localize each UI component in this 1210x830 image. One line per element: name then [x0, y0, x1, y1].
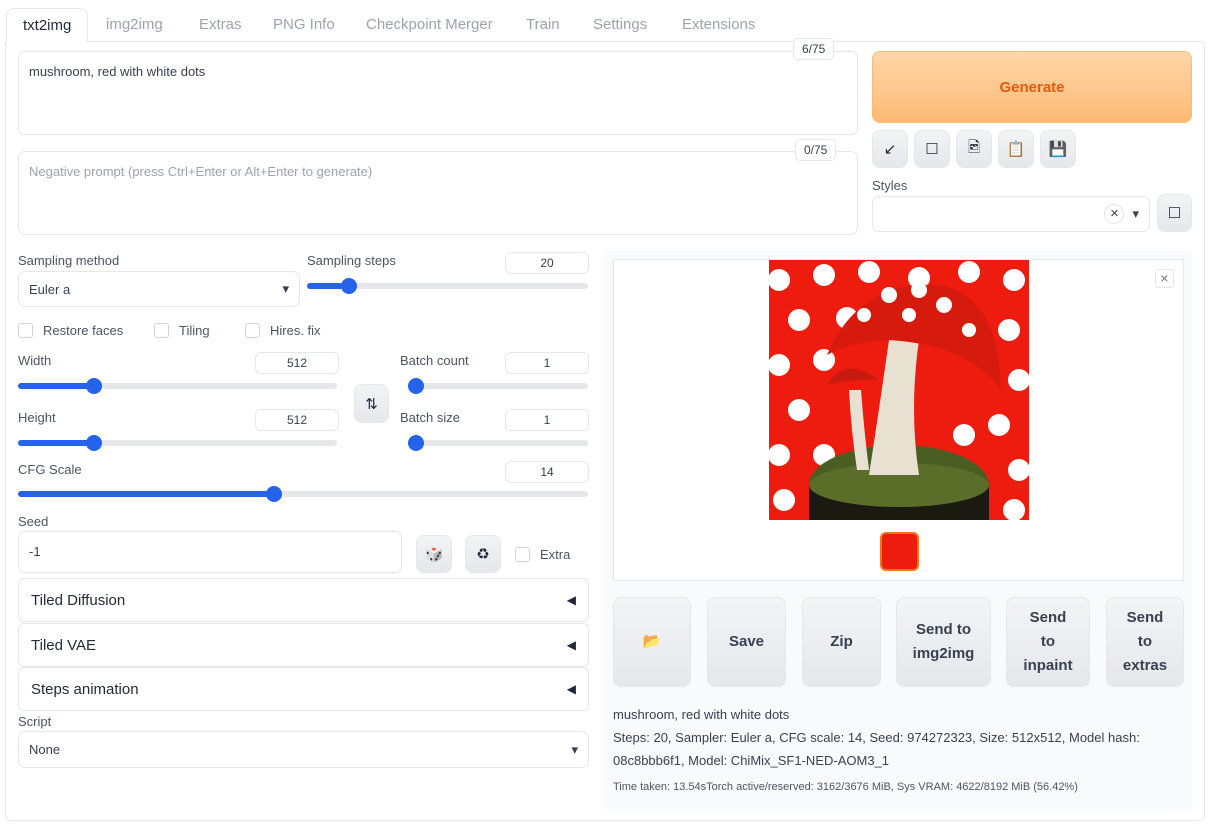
- hires-fix-checkbox[interactable]: Hires. fix: [245, 323, 321, 338]
- read-params-button[interactable]: ↙: [872, 130, 908, 168]
- info-params-cont: 08c8bbb6f1, Model: ChiMix_SF1-NED-AOM3_1: [613, 753, 890, 768]
- width-label: Width: [18, 353, 52, 368]
- tiling-checkbox[interactable]: Tiling: [154, 323, 210, 338]
- negative-prompt-input[interactable]: Negative prompt (press Ctrl+Enter or Alt…: [18, 151, 858, 235]
- sampling-steps-slider[interactable]: [307, 278, 588, 294]
- clipboard-icon: 📋: [1006, 141, 1026, 158]
- square-icon: ☐: [1167, 205, 1182, 222]
- negative-token-counter: 0/75: [795, 139, 837, 161]
- width-slider[interactable]: [18, 378, 337, 394]
- collapse-arrow-icon: ◀: [566, 638, 576, 652]
- script-label: Script: [18, 714, 52, 729]
- height-label: Height: [18, 410, 56, 425]
- save-button[interactable]: Save: [707, 597, 786, 687]
- cfg-scale-input[interactable]: 14: [505, 461, 589, 483]
- seed-input[interactable]: -1: [18, 531, 402, 573]
- sampling-steps-input[interactable]: 20: [505, 252, 589, 274]
- batch-size-label: Batch size: [400, 410, 460, 425]
- batch-count-slider[interactable]: [408, 378, 588, 394]
- styles-refresh-button[interactable]: ☐: [1157, 194, 1192, 232]
- sampling-method-select[interactable]: Euler a ▾: [18, 271, 300, 307]
- sampling-steps-label: Sampling steps: [307, 253, 396, 268]
- chevron-down-icon: ▾: [1132, 206, 1139, 221]
- generated-image[interactable]: [768, 260, 1030, 525]
- restore-faces-checkbox[interactable]: Restore faces: [18, 323, 123, 338]
- reuse-seed-button[interactable]: ♻: [465, 535, 501, 573]
- height-slider[interactable]: [18, 435, 337, 451]
- info-params: Steps: 20, Sampler: Euler a, CFG scale: …: [613, 730, 1140, 745]
- styles-label: Styles: [872, 178, 908, 193]
- info-prompt: mushroom, red with white dots: [613, 707, 790, 722]
- open-folder-button[interactable]: 📂: [613, 597, 691, 687]
- seed-label: Seed: [18, 514, 49, 529]
- generate-button[interactable]: Generate: [872, 51, 1192, 123]
- folder-icon: 📂: [642, 633, 662, 650]
- info-time: Time taken: 13.54sTorch active/reserved:…: [613, 781, 1078, 793]
- zip-button[interactable]: Zip: [802, 597, 881, 687]
- tab-train[interactable]: Train: [510, 8, 576, 42]
- recycle-icon: ♻: [476, 546, 490, 563]
- extra-seed-checkbox[interactable]: Extra: [515, 547, 570, 562]
- square-icon: ☐: [925, 141, 939, 158]
- send-to-img2img-button[interactable]: Send to img2img: [896, 597, 991, 687]
- prompt-token-counter: 6/75: [793, 38, 835, 60]
- collapse-arrow-icon: ◀: [566, 682, 576, 696]
- image-icon: 🖻: [967, 138, 981, 156]
- swap-icon: ⇅: [365, 395, 378, 413]
- tab-extras[interactable]: Extras: [183, 8, 258, 42]
- floppy-icon: 💾: [1048, 141, 1068, 158]
- batch-count-input[interactable]: 1: [505, 352, 589, 374]
- batch-size-input[interactable]: 1: [505, 409, 589, 431]
- batch-size-slider[interactable]: [408, 435, 588, 451]
- swap-dimensions-button[interactable]: ⇅: [354, 384, 389, 423]
- collapse-arrow-icon: ◀: [566, 593, 576, 607]
- close-image-button[interactable]: ×: [1155, 269, 1174, 288]
- send-to-extras-button[interactable]: Send to extras: [1106, 597, 1184, 687]
- script-select[interactable]: None ▾: [18, 731, 589, 768]
- sampling-method-label: Sampling method: [18, 253, 120, 268]
- styles-dropdown[interactable]: × ▾: [872, 196, 1150, 232]
- tab-settings[interactable]: Settings: [577, 8, 663, 42]
- send-to-inpaint-button[interactable]: Send to inpaint: [1006, 597, 1090, 687]
- clear-icon[interactable]: ×: [1104, 204, 1125, 224]
- accordion-tiled-vae[interactable]: Tiled VAE ◀: [18, 623, 589, 667]
- tab-img2img[interactable]: img2img: [90, 8, 179, 42]
- apply-style-button[interactable]: 📋: [998, 130, 1034, 168]
- close-icon: ×: [1160, 270, 1169, 286]
- cfg-scale-slider[interactable]: [18, 486, 588, 502]
- save-style-button[interactable]: 💾: [1040, 130, 1076, 168]
- chevron-down-icon: ▾: [571, 741, 578, 757]
- tab-extensions[interactable]: Extensions: [666, 8, 771, 42]
- cfg-scale-label: CFG Scale: [18, 462, 82, 477]
- sampling-method-value: Euler a: [29, 281, 71, 297]
- batch-count-label: Batch count: [400, 353, 469, 368]
- dice-icon: 🎲: [424, 546, 444, 563]
- prompt-input[interactable]: mushroom, red with white dots: [18, 51, 858, 135]
- extra-networks-button[interactable]: 🖻: [956, 130, 992, 168]
- random-seed-button[interactable]: 🎲: [416, 535, 452, 573]
- accordion-steps-animation[interactable]: Steps animation ◀: [18, 667, 589, 711]
- arrow-down-left-icon: ↙: [883, 141, 897, 158]
- tab-txt2img[interactable]: txt2img: [6, 8, 89, 42]
- chevron-down-icon: ▾: [282, 281, 289, 296]
- height-input[interactable]: 512: [255, 409, 339, 431]
- tab-checkpoint-merger[interactable]: Checkpoint Merger: [350, 8, 509, 42]
- tab-png-info[interactable]: PNG Info: [257, 8, 351, 42]
- clear-prompt-button[interactable]: ☐: [914, 130, 950, 168]
- image-thumbnail[interactable]: [880, 532, 919, 571]
- width-input[interactable]: 512: [255, 352, 339, 374]
- accordion-tiled-diffusion[interactable]: Tiled Diffusion ◀: [18, 578, 589, 622]
